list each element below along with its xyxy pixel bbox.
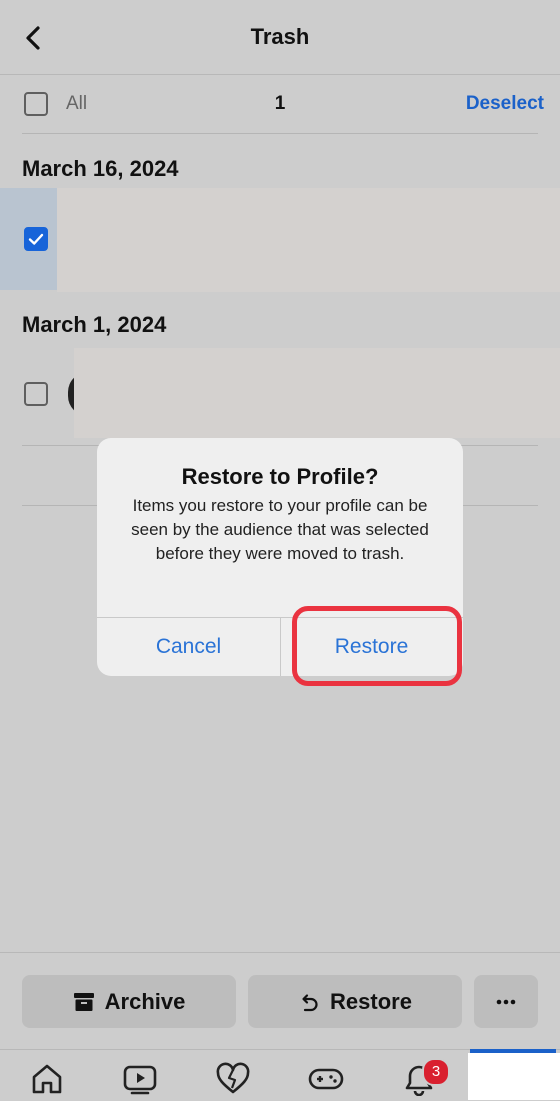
gaming-icon[interactable]: [306, 1060, 346, 1096]
date-heading: March 16, 2024: [22, 156, 179, 181]
page-title: Trash: [250, 24, 310, 49]
notification-badge: 3: [422, 1058, 450, 1086]
item-checkbox[interactable]: [24, 382, 48, 406]
highlight-annotation: [292, 606, 462, 686]
selected-count: 1: [274, 93, 286, 114]
video-icon[interactable]: [120, 1060, 160, 1096]
item-checkbox-checked[interactable]: [24, 227, 48, 251]
trash-item-content[interactable]: [57, 188, 560, 292]
select-all-label: All: [66, 93, 88, 114]
date-heading: March 1, 2024: [22, 312, 167, 337]
archive-box-icon: [73, 992, 94, 1011]
trash-item-content[interactable]: [74, 348, 560, 438]
heart-icon[interactable]: [213, 1060, 253, 1096]
tab-menu[interactable]: [468, 1053, 560, 1100]
divider: [22, 133, 538, 134]
more-horizontal-icon: [496, 999, 516, 1004]
dialog-title: Restore to Profile?: [181, 464, 379, 489]
more-button[interactable]: [474, 975, 538, 1028]
restore-label: Restore: [330, 988, 412, 1014]
deselect-button[interactable]: Deselect: [430, 93, 544, 115]
archive-button[interactable]: Archive: [22, 975, 236, 1028]
cancel-button[interactable]: Cancel: [97, 618, 280, 676]
archive-label: Archive: [104, 988, 186, 1014]
home-icon[interactable]: [27, 1060, 67, 1096]
undo-arrow-icon: [302, 993, 318, 1011]
active-tab-indicator: [470, 1049, 556, 1053]
checkmark-icon: [28, 233, 44, 245]
restore-button[interactable]: Restore: [248, 975, 462, 1028]
dialog-message: Items you restore to your profile can be…: [131, 496, 429, 563]
select-all-checkbox[interactable]: [24, 92, 48, 116]
